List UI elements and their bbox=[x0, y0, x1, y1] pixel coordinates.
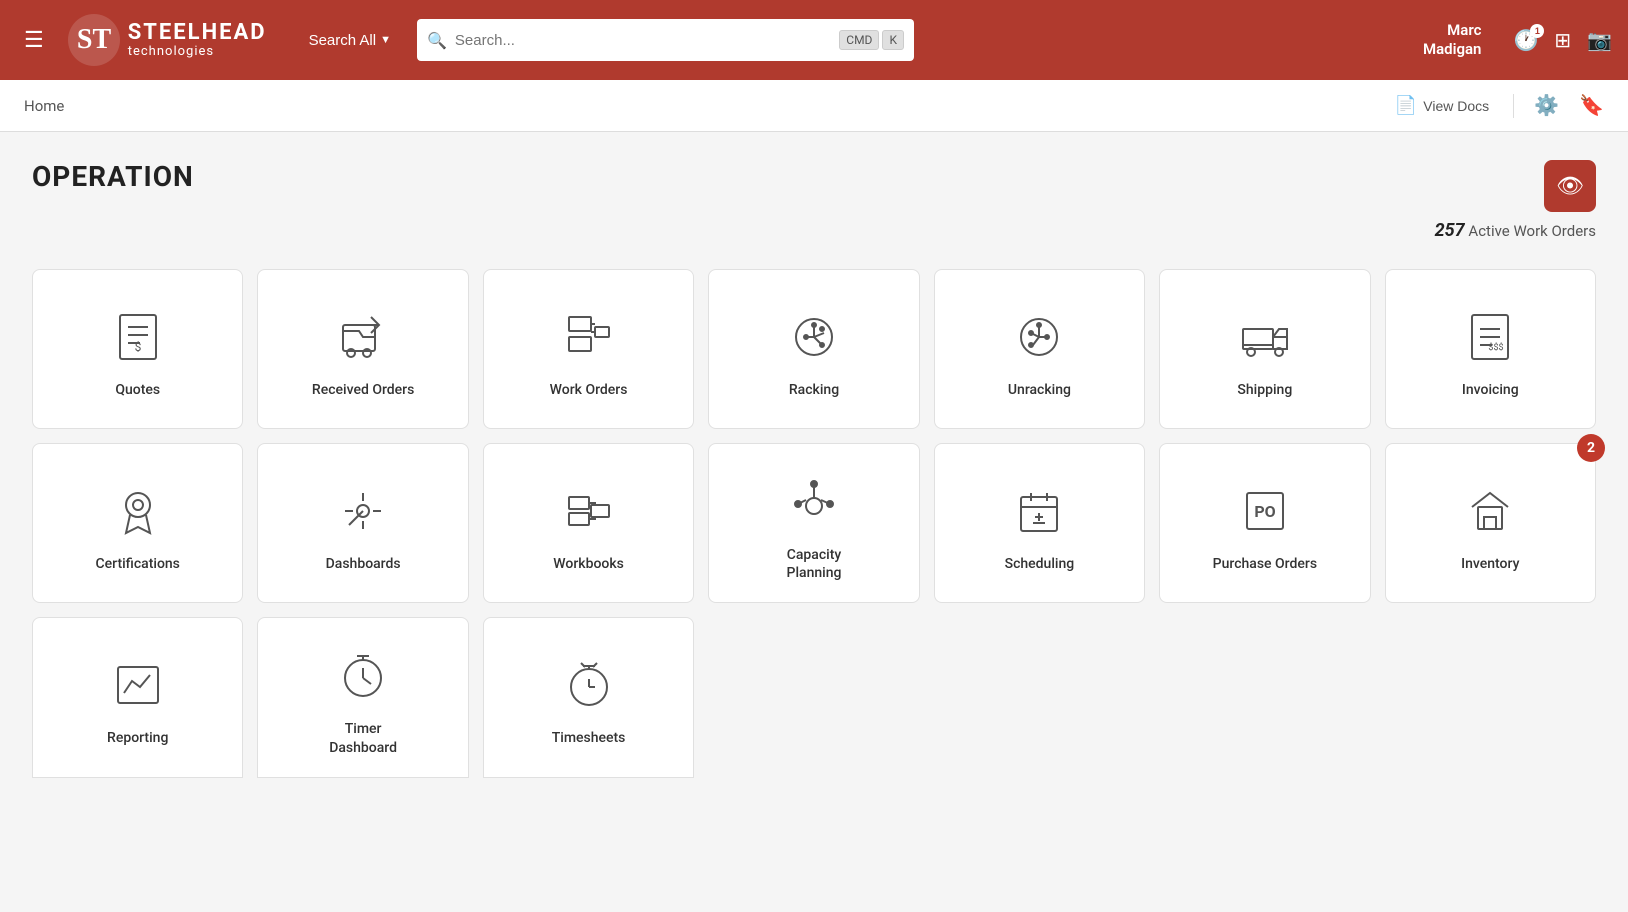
app-card-received-orders[interactable]: Received Orders bbox=[257, 269, 468, 429]
shipping-icon bbox=[1235, 307, 1295, 367]
logo-icon: ST bbox=[68, 14, 120, 66]
app-card-purchase-orders[interactable]: PO Purchase Orders bbox=[1159, 443, 1370, 603]
timesheets-icon bbox=[559, 655, 619, 715]
view-docs-label: View Docs bbox=[1423, 98, 1489, 114]
cmd-key: CMD bbox=[839, 30, 879, 50]
eye-button[interactable]: 👁 bbox=[1544, 160, 1596, 212]
quotes-label: Quotes bbox=[115, 381, 160, 399]
nav-divider bbox=[1513, 94, 1514, 118]
app-card-quotes[interactable]: $ Quotes bbox=[32, 269, 243, 429]
reporting-icon bbox=[108, 655, 168, 715]
timer-dashboard-label: TimerDashboard bbox=[329, 720, 397, 756]
app-card-capacity-planning[interactable]: CapacityPlanning bbox=[708, 443, 919, 603]
logo-text: STEELHEAD technologies bbox=[128, 21, 267, 59]
certifications-icon bbox=[108, 481, 168, 541]
main-content: OPERATION 👁 257 Active Work Orders $ bbox=[0, 132, 1628, 806]
invoicing-icon: $$$ bbox=[1460, 307, 1520, 367]
received-orders-icon bbox=[333, 307, 393, 367]
section-right: 👁 257 Active Work Orders bbox=[1435, 160, 1596, 241]
user-name[interactable]: MarcMadigan bbox=[1423, 21, 1482, 60]
app-card-workbooks[interactable]: Workbooks bbox=[483, 443, 694, 603]
racking-label: Racking bbox=[789, 381, 839, 399]
capacity-planning-label: CapacityPlanning bbox=[787, 546, 842, 582]
inventory-badge: 2 bbox=[1577, 434, 1605, 462]
brand-name: STEELHEAD bbox=[128, 21, 267, 45]
app-card-racking[interactable]: Racking bbox=[708, 269, 919, 429]
app-grid-row2: Certifications Dashboards bbox=[32, 443, 1596, 603]
app-card-invoicing[interactable]: $$$ Invoicing bbox=[1385, 269, 1596, 429]
svg-text:ST: ST bbox=[77, 24, 112, 55]
app-card-dashboards[interactable]: Dashboards bbox=[257, 443, 468, 603]
app-card-certifications[interactable]: Certifications bbox=[32, 443, 243, 603]
received-orders-label: Received Orders bbox=[312, 381, 414, 399]
svg-text:PO: PO bbox=[1254, 502, 1275, 521]
active-label: Active Work Orders bbox=[1468, 222, 1596, 240]
purchase-orders-label: Purchase Orders bbox=[1213, 555, 1317, 573]
work-orders-label: Work Orders bbox=[550, 381, 628, 399]
timesheets-label: Timesheets bbox=[552, 729, 626, 747]
dashboards-label: Dashboards bbox=[326, 555, 401, 573]
breadcrumb: Home bbox=[24, 97, 64, 115]
purchase-orders-icon: PO bbox=[1235, 481, 1295, 541]
search-icon: 🔍 bbox=[427, 31, 447, 50]
app-card-shipping[interactable]: Shipping bbox=[1159, 269, 1370, 429]
grid-button[interactable]: ⊞ bbox=[1554, 28, 1571, 53]
clock-badge: 1 bbox=[1530, 24, 1544, 38]
svg-text:$$$: $$$ bbox=[1489, 342, 1504, 353]
doc-icon: 📄 bbox=[1395, 95, 1417, 116]
dashboards-icon bbox=[333, 481, 393, 541]
sub-nav-actions: 📄 View Docs ⚙️ 🔖 bbox=[1387, 89, 1604, 122]
header-icons: 🕐 1 ⊞ 📷 bbox=[1513, 28, 1612, 53]
sub-nav: Home 📄 View Docs ⚙️ 🔖 bbox=[0, 80, 1628, 132]
quotes-icon: $ bbox=[108, 307, 168, 367]
settings-button[interactable]: ⚙️ bbox=[1530, 89, 1563, 122]
eye-icon: 👁 bbox=[1556, 173, 1584, 199]
search-all-label: Search All bbox=[309, 32, 377, 49]
app-card-inventory[interactable]: 2 Inventory bbox=[1385, 443, 1596, 603]
view-docs-button[interactable]: 📄 View Docs bbox=[1387, 89, 1497, 122]
app-card-timer-dashboard[interactable]: TimerDashboard bbox=[257, 617, 468, 777]
app-grid-row1: $ Quotes Received Orders bbox=[32, 269, 1596, 429]
search-input[interactable] bbox=[455, 32, 831, 49]
menu-button[interactable]: ☰ bbox=[16, 19, 52, 61]
app-grid-row3: Reporting TimerDashboard bbox=[32, 617, 1596, 777]
app-card-timesheets[interactable]: Timesheets bbox=[483, 617, 694, 777]
brand-sub: technologies bbox=[128, 45, 267, 59]
unracking-icon bbox=[1009, 307, 1069, 367]
camera-button[interactable]: 📷 bbox=[1587, 28, 1612, 53]
invoicing-label: Invoicing bbox=[1462, 381, 1519, 399]
scheduling-icon bbox=[1009, 481, 1069, 541]
header: ☰ ST STEELHEAD technologies Search All ▼… bbox=[0, 0, 1628, 80]
section-title: OPERATION bbox=[32, 160, 194, 193]
chevron-down-icon: ▼ bbox=[380, 34, 391, 46]
active-count: 257 bbox=[1435, 220, 1465, 241]
app-card-reporting[interactable]: Reporting bbox=[32, 617, 243, 777]
scheduling-label: Scheduling bbox=[1005, 555, 1075, 573]
section-header: OPERATION 👁 257 Active Work Orders bbox=[32, 160, 1596, 241]
reporting-label: Reporting bbox=[107, 729, 168, 747]
inventory-icon bbox=[1460, 481, 1520, 541]
workbooks-icon bbox=[559, 481, 619, 541]
search-all-button[interactable]: Search All ▼ bbox=[299, 26, 401, 55]
app-card-unracking[interactable]: Unracking bbox=[934, 269, 1145, 429]
clock-button[interactable]: 🕐 1 bbox=[1513, 28, 1538, 53]
app-card-scheduling[interactable]: Scheduling bbox=[934, 443, 1145, 603]
capacity-planning-icon bbox=[784, 472, 844, 532]
logo: ST STEELHEAD technologies bbox=[68, 14, 267, 66]
bookmark-button[interactable]: 🔖 bbox=[1579, 93, 1604, 118]
timer-dashboard-icon bbox=[333, 646, 393, 706]
racking-icon bbox=[784, 307, 844, 367]
svg-text:$: $ bbox=[134, 340, 141, 354]
unracking-label: Unracking bbox=[1008, 381, 1071, 399]
workbooks-label: Workbooks bbox=[553, 555, 624, 573]
app-card-work-orders[interactable]: Work Orders bbox=[483, 269, 694, 429]
search-bar: 🔍 CMD K bbox=[417, 19, 914, 61]
shipping-label: Shipping bbox=[1237, 381, 1292, 399]
certifications-label: Certifications bbox=[96, 555, 180, 573]
k-key: K bbox=[882, 30, 904, 50]
keyboard-shortcut: CMD K bbox=[839, 30, 904, 50]
inventory-label: Inventory bbox=[1461, 555, 1519, 573]
work-orders-icon bbox=[559, 307, 619, 367]
active-orders-text: 257 Active Work Orders bbox=[1435, 220, 1596, 241]
